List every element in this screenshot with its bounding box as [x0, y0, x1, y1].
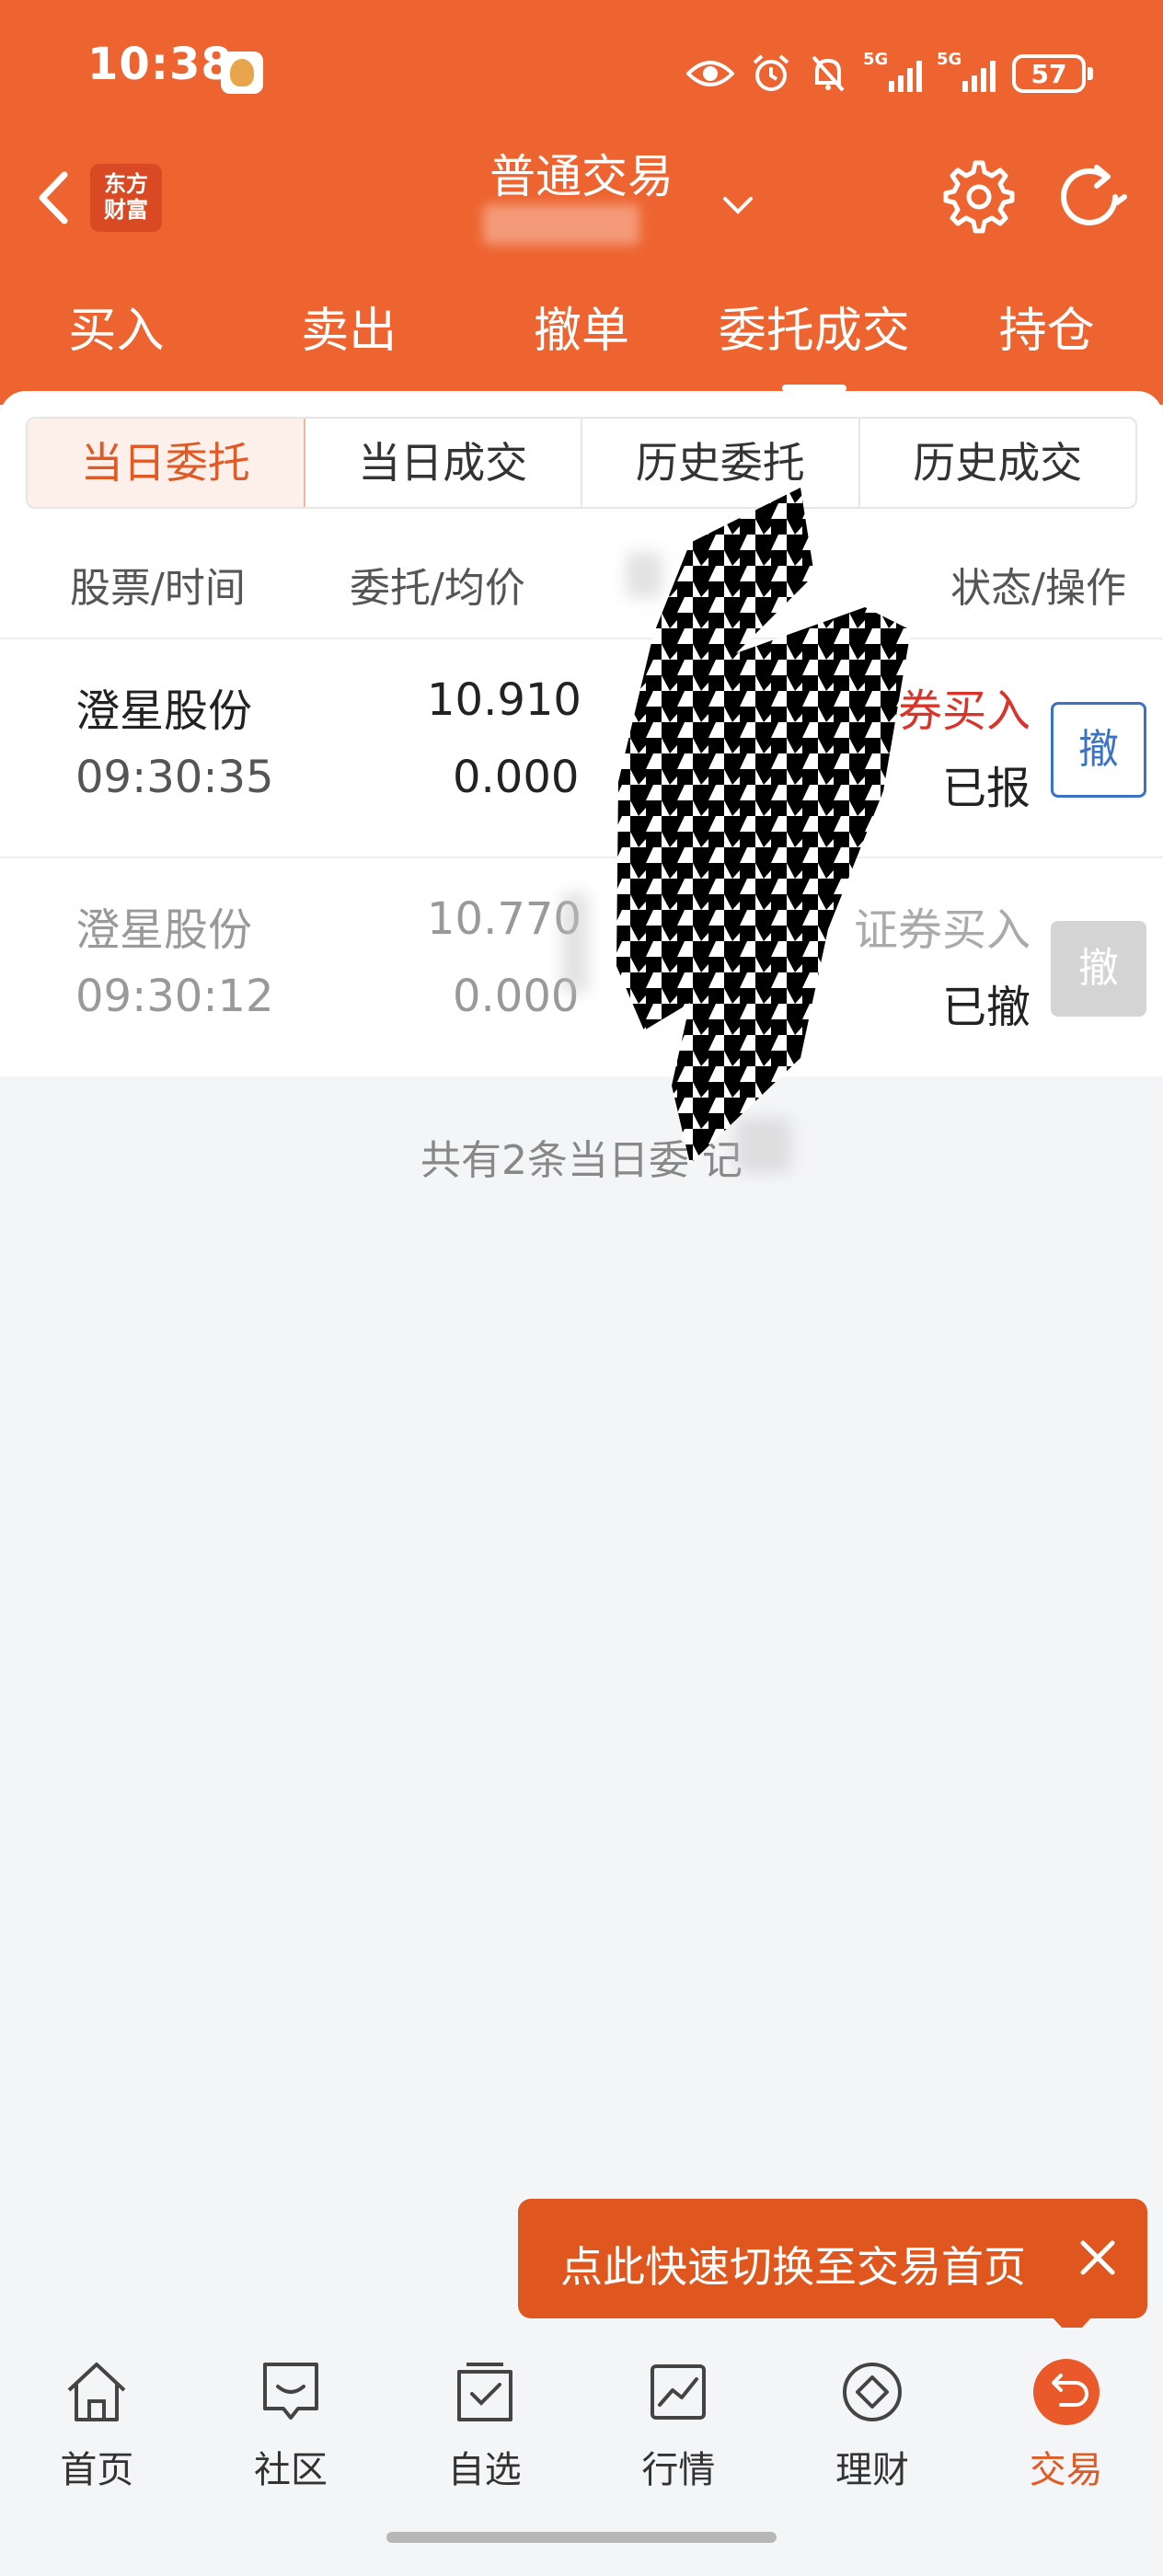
segment-today-trades[interactable]: 当日成交 [305, 419, 582, 507]
main-tabs: 买入 卖出 撤单 委托成交 持仓 [0, 285, 1163, 396]
network-type-2: 5G [937, 50, 962, 69]
gear-icon[interactable] [940, 158, 1018, 236]
status-time: 10:38 [87, 39, 233, 90]
alarm-icon [753, 54, 789, 91]
close-icon[interactable] [1072, 2232, 1123, 2283]
stock-name: 澄星股份 [75, 685, 253, 737]
nav-item-finance[interactable]: 理财 [776, 2328, 970, 2502]
app-header: 10:38 5G 5G 57 东方 财富 普通交易 买入 卖出 撤单 委托成交 … [0, 0, 1163, 405]
nav-bar: 东方 财富 普通交易 [0, 138, 1163, 258]
chevron-down-icon[interactable] [718, 186, 758, 226]
privacy-scribble [616, 488, 911, 1164]
column-price-avg: 委托/均价 [350, 565, 525, 612]
watchlist-icon [456, 2363, 512, 2421]
nav-label-market: 行情 [641, 2449, 716, 2491]
nav-label-watchlist: 自选 [447, 2449, 522, 2491]
column-status-op: 状态/操作 [950, 565, 1126, 612]
cancel-order-button-disabled: 撤 [1051, 921, 1146, 1017]
nav-label-finance: 理财 [835, 2449, 910, 2491]
home-icon [67, 2363, 126, 2421]
bottom-nav: 首页 社区 自选 行情 理财 交易 [0, 2328, 1163, 2502]
order-status: 已撤 [941, 982, 1031, 1033]
nav-label-home: 首页 [60, 2449, 134, 2491]
tab-positions[interactable]: 持仓 [930, 285, 1163, 396]
account-blurred [483, 204, 639, 245]
signal-2-icon: 5G [937, 50, 996, 92]
nav-item-trade[interactable]: 交易 [969, 2328, 1163, 2502]
battery-level: 57 [1031, 58, 1067, 89]
tab-cancel-order[interactable]: 撤单 [466, 285, 698, 396]
order-status: 已报 [941, 763, 1031, 814]
nav-item-market[interactable]: 行情 [582, 2328, 776, 2502]
battery-icon: 57 [1012, 54, 1093, 93]
network-type-1: 5G [863, 50, 889, 69]
signal-1-icon: 5G [863, 50, 922, 92]
switch-home-tooltip[interactable]: 点此快速切换至交易首页 [518, 2199, 1147, 2339]
status-bar: 10:38 5G 5G 57 [0, 0, 1163, 138]
tooltip-text: 点此快速切换至交易首页 [560, 2242, 1026, 2292]
tab-sell[interactable]: 卖出 [233, 285, 466, 396]
tab-buy[interactable]: 买入 [0, 285, 233, 396]
eye-icon [686, 61, 734, 86]
tab-orders-trades[interactable]: 委托成交 [697, 285, 930, 396]
community-icon [263, 2363, 318, 2420]
nav-label-trade: 交易 [1029, 2449, 1103, 2491]
cancel-order-button[interactable]: 撤 [1051, 702, 1146, 798]
stock-name: 澄星股份 [75, 904, 253, 956]
nav-item-watchlist[interactable]: 自选 [387, 2328, 582, 2502]
trade-icon [1032, 2359, 1100, 2425]
column-stock-time: 股票/时间 [70, 565, 246, 612]
home-indicator[interactable] [386, 2532, 777, 2543]
market-icon [651, 2364, 707, 2420]
nav-item-community[interactable]: 社区 [194, 2328, 388, 2502]
order-time: 09:30:12 [75, 971, 274, 1022]
finance-icon [843, 2363, 903, 2421]
refresh-icon[interactable] [1051, 158, 1128, 236]
nav-item-home[interactable]: 首页 [0, 2328, 194, 2502]
order-time: 09:30:35 [75, 752, 274, 803]
nav-label-community: 社区 [254, 2449, 328, 2491]
mute-bell-icon [812, 55, 845, 92]
notification-app-icon [221, 52, 263, 94]
segment-today-orders[interactable]: 当日委托 [28, 419, 305, 507]
status-icons: 5G 5G 57 [686, 46, 1093, 101]
